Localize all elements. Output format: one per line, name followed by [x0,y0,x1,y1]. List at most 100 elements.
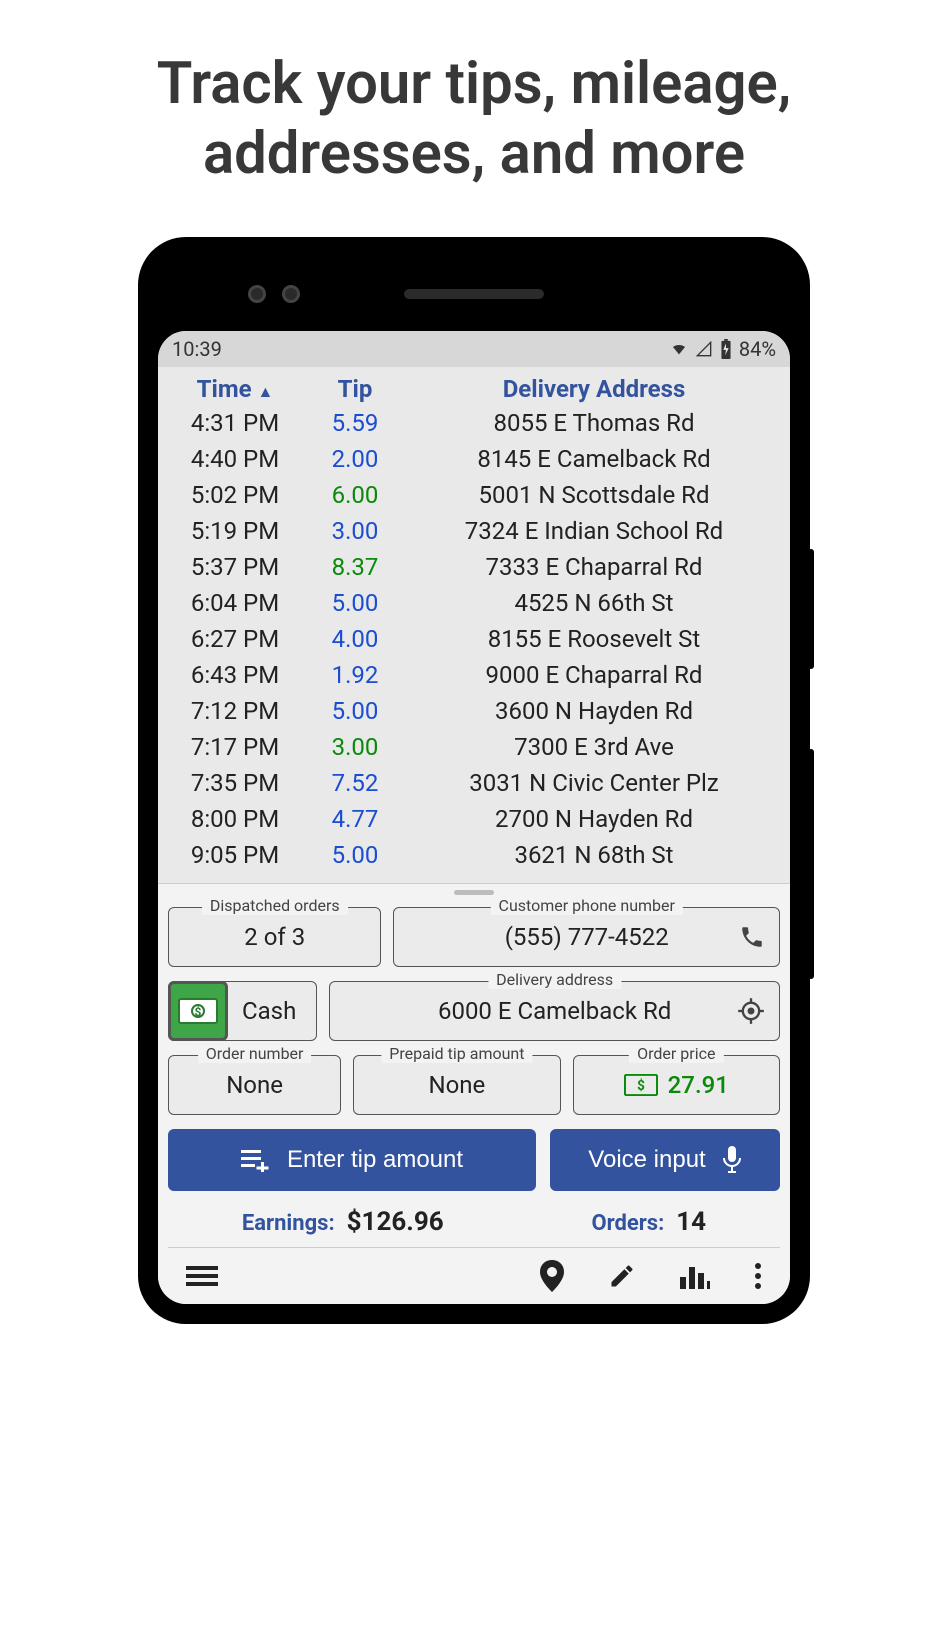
row-address: 4525 N 66th St [410,589,778,617]
row-tip: 8.37 [300,553,410,581]
table-row[interactable]: 6:04 PM5.004525 N 66th St [170,585,778,621]
voice-label: Voice input [588,1146,705,1174]
speaker-grill [404,289,544,299]
hero-headline: Track your tips, mileage, addresses, and… [0,0,948,209]
table-row[interactable]: 5:37 PM8.377333 E Chaparral Rd [170,549,778,585]
sort-asc-icon: ▲ [258,382,274,401]
row-tip: 3.00 [300,733,410,761]
row-time: 5:02 PM [170,481,300,509]
row-address: 7300 E 3rd Ave [410,733,778,761]
delivery-address-field[interactable]: Delivery address 6000 E Camelback Rd [329,981,780,1041]
orders-label: Orders: [591,1211,664,1236]
col-header-tip[interactable]: Tip [300,375,410,403]
row-tip: 2.00 [300,445,410,473]
list-add-icon [241,1148,271,1172]
row-time: 6:27 PM [170,625,300,653]
cash-toggle[interactable]: $ Cash [168,981,317,1041]
row-tip: 5.00 [300,589,410,617]
row-address: 5001 N Scottsdale Rd [410,481,778,509]
row-time: 5:19 PM [170,517,300,545]
table-row[interactable]: 5:02 PM6.005001 N Scottsdale Rd [170,477,778,513]
delivery-label: Delivery address [488,970,621,989]
location-pin-icon[interactable] [540,1260,564,1292]
row-time: 6:04 PM [170,589,300,617]
more-icon[interactable] [754,1262,762,1290]
col-header-address[interactable]: Delivery Address [410,375,778,403]
camera-icon [282,285,300,303]
dispatched-label: Dispatched orders [202,896,348,915]
order-price-field[interactable]: Order price $ 27.91 [573,1055,780,1115]
row-time: 7:12 PM [170,697,300,725]
row-time: 6:43 PM [170,661,300,689]
order-number-value: None [226,1071,283,1099]
table-row[interactable]: 9:05 PM5.003621 N 68th St [170,837,778,873]
battery-icon [719,339,733,359]
row-address: 7333 E Chaparral Rd [410,553,778,581]
dispatched-orders-field[interactable]: Dispatched orders 2 of 3 [168,907,381,967]
prepaid-label: Prepaid tip amount [381,1044,532,1063]
row-tip: 3.00 [300,517,410,545]
voice-input-button[interactable]: Voice input [550,1129,780,1191]
phone-label: Customer phone number [491,896,683,915]
price-value: 27.91 [668,1071,729,1099]
summary-bar: Earnings: $126.96 Orders: 14 [168,1203,780,1248]
table-row[interactable]: 7:35 PM7.523031 N Civic Center Plz [170,765,778,801]
row-tip: 4.77 [300,805,410,833]
row-address: 3031 N Civic Center Plz [410,769,778,797]
row-address: 9000 E Chaparral Rd [410,661,778,689]
table-row[interactable]: 6:43 PM1.929000 E Chaparral Rd [170,657,778,693]
row-time: 8:00 PM [170,805,300,833]
row-tip: 5.00 [300,841,410,869]
phone-frame: 10:39 84% Time ▲ Tip Delivery Address [140,239,808,1322]
row-tip: 5.00 [300,697,410,725]
row-address: 3600 N Hayden Rd [410,697,778,725]
row-time: 7:35 PM [170,769,300,797]
phone-hardware-top [158,257,790,331]
row-address: 2700 N Hayden Rd [410,805,778,833]
status-bar: 10:39 84% [158,331,790,367]
svg-text:$: $ [637,1078,645,1094]
row-address: 8155 E Roosevelt St [410,625,778,653]
dispatched-value: 2 of 3 [244,923,305,951]
phone-icon[interactable] [739,924,765,950]
camera-icon [248,285,266,303]
enter-tip-button[interactable]: Enter tip amount [168,1129,536,1191]
table-row[interactable]: 7:12 PM5.003600 N Hayden Rd [170,693,778,729]
table-row[interactable]: 7:17 PM3.007300 E 3rd Ave [170,729,778,765]
deliveries-table: Time ▲ Tip Delivery Address 4:31 PM5.598… [158,367,790,883]
row-time: 5:37 PM [170,553,300,581]
row-tip: 5.59 [300,409,410,437]
phone-field[interactable]: Customer phone number (555) 777-4522 [393,907,780,967]
prepaid-tip-field[interactable]: Prepaid tip amount None [353,1055,560,1115]
chart-icon[interactable] [680,1263,710,1289]
edit-icon[interactable] [608,1262,636,1290]
table-row[interactable]: 6:27 PM4.008155 E Roosevelt St [170,621,778,657]
row-tip: 6.00 [300,481,410,509]
battery-percent: 84% [739,337,776,361]
signal-icon [695,341,713,357]
table-row[interactable]: 5:19 PM3.007324 E Indian School Rd [170,513,778,549]
menu-icon[interactable] [186,1264,218,1288]
order-panel: Dispatched orders 2 of 3 Customer phone … [158,883,790,1304]
svg-text:$: $ [195,1005,202,1019]
orders-value: 14 [676,1207,706,1237]
drag-handle[interactable] [454,890,494,895]
order-number-field[interactable]: Order number None [168,1055,341,1115]
cash-icon: $ [168,981,228,1041]
earnings-label: Earnings: [242,1211,335,1236]
earnings-value: $126.96 [347,1207,444,1237]
phone-value: (555) 777-4522 [505,923,669,951]
phone-screen: 10:39 84% Time ▲ Tip Delivery Address [158,331,790,1304]
row-address: 8055 E Thomas Rd [410,409,778,437]
locate-icon[interactable] [737,997,765,1025]
table-row[interactable]: 4:40 PM2.008145 E Camelback Rd [170,441,778,477]
row-tip: 7.52 [300,769,410,797]
table-row[interactable]: 8:00 PM4.772700 N Hayden Rd [170,801,778,837]
row-tip: 1.92 [300,661,410,689]
row-tip: 4.00 [300,625,410,653]
delivery-value: 6000 E Camelback Rd [438,997,671,1025]
row-address: 7324 E Indian School Rd [410,517,778,545]
col-header-time[interactable]: Time ▲ [170,375,300,403]
table-row[interactable]: 4:31 PM5.598055 E Thomas Rd [170,405,778,441]
mic-icon [722,1146,742,1174]
